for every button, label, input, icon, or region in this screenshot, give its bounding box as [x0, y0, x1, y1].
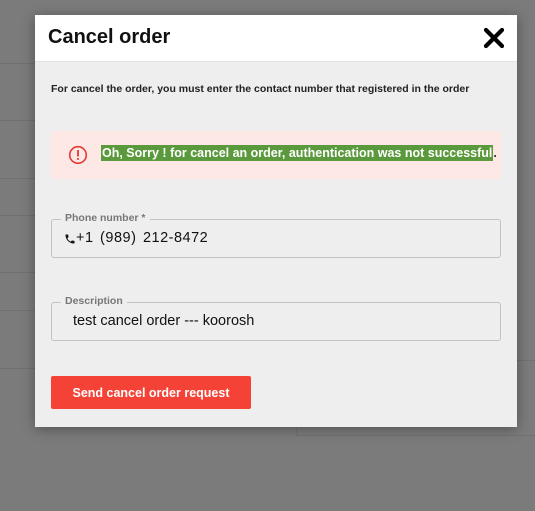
close-icon[interactable]	[483, 26, 505, 50]
alert-message: Oh, Sorry ! for cancel an order, authent…	[101, 145, 497, 161]
alert-message-text: Oh, Sorry ! for cancel an order, authent…	[101, 145, 494, 161]
description-field-label: Description	[61, 295, 127, 307]
phone-field-label: Phone number *	[61, 212, 150, 224]
phone-field-value: +1 (989) 212-8472	[76, 230, 209, 246]
phone-icon	[64, 232, 76, 244]
description-field-value: test cancel order --- koorosh	[73, 313, 255, 329]
send-cancel-request-button[interactable]: Send cancel order request	[51, 376, 251, 409]
error-alert: Oh, Sorry ! for cancel an order, authent…	[51, 131, 501, 179]
instructions-text: For cancel the order, you must enter the…	[51, 83, 470, 95]
modal-title: Cancel order	[48, 26, 171, 48]
description-field[interactable]: Description test cancel order --- kooros…	[51, 295, 501, 341]
alert-message-period: .	[493, 146, 497, 160]
cancel-order-modal: Cancel order For cancel the order, you m…	[35, 15, 517, 427]
phone-field[interactable]: Phone number * +1 (989) 212-8472	[51, 212, 501, 258]
modal-header: Cancel order	[35, 15, 517, 62]
exclamation-circle-icon	[68, 145, 88, 165]
